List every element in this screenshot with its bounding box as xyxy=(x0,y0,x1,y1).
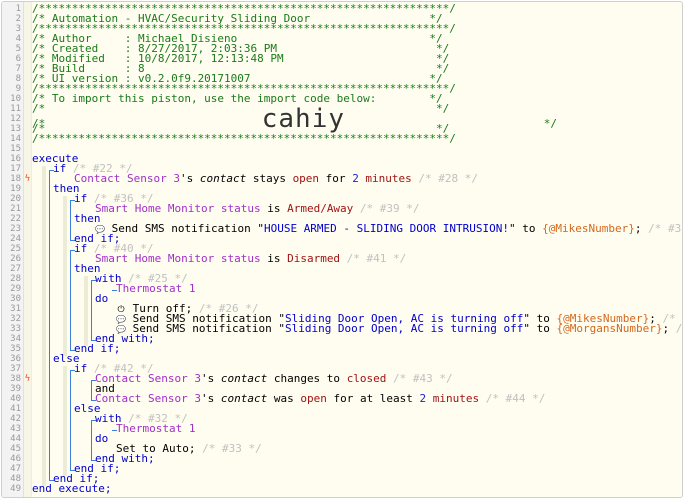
line-number: 21 xyxy=(10,204,21,214)
line-number: 7 xyxy=(15,64,21,74)
line-number: 43 xyxy=(10,424,21,434)
line-number: 33 xyxy=(10,324,21,334)
code-line[interactable]: 21 Smart Home Monitor status is Armed/Awa… xyxy=(2,203,682,214)
line-number: 13 xyxy=(10,124,21,134)
line-number: 19 xyxy=(10,184,21,194)
code-text: Smart Home Monitor status is Disarmed /*… xyxy=(95,253,406,264)
line-number: 2 xyxy=(15,14,21,24)
line-number: 45 xyxy=(10,444,21,454)
code-line[interactable]: 14 /*************************************… xyxy=(2,133,682,144)
line-number: 4 xyxy=(15,34,21,44)
code-line[interactable]: 35 end if; xyxy=(2,343,682,354)
line-number: 18 xyxy=(10,174,21,184)
code-line[interactable]: 44 do xyxy=(2,433,682,444)
piston-code-editor: 1 /**************************************… xyxy=(1,1,683,498)
line-number: 32 xyxy=(10,314,21,324)
line-number: 49 xyxy=(10,484,21,494)
trigger-bolt-icon: ϟ xyxy=(24,374,31,384)
code-line[interactable]: 28 with /* #25 */ xyxy=(2,273,682,284)
code-text: Smart Home Monitor status is Armed/Away … xyxy=(95,203,420,214)
line-number: 34 xyxy=(10,334,21,344)
code-token: end execute; xyxy=(32,482,112,495)
code-text: end if; xyxy=(74,343,120,354)
line-number: 42 xyxy=(10,414,21,424)
code-line[interactable]: 26 Smart Home Monitor status is Disarmed … xyxy=(2,253,682,264)
code-line[interactable]: 49 end execute; xyxy=(2,482,682,495)
line-number: 15 xyxy=(10,144,21,154)
code-text: then xyxy=(74,213,101,224)
line-number: 40 xyxy=(10,394,21,404)
line-number: 38 xyxy=(10,374,21,384)
code-line[interactable]: 42 with /* #32 */ xyxy=(2,413,682,424)
line-number: 9 xyxy=(15,84,21,94)
line-number: 48 xyxy=(10,474,21,484)
line-number: 8 xyxy=(15,74,21,84)
line-number: 22 xyxy=(10,214,21,224)
line-number: 10 xyxy=(10,94,21,104)
code-text: Thermostat 1 xyxy=(116,283,195,294)
line-number: 36 xyxy=(10,354,21,364)
trigger-bolt-icon: ϟ xyxy=(24,174,31,184)
code-text: Contact Sensor 3's contact changes to cl… xyxy=(95,373,453,384)
code-line[interactable]: 47 end if; xyxy=(2,463,682,474)
line-number: 27 xyxy=(10,264,21,274)
line-number: 20 xyxy=(10,194,21,204)
code-text: Thermostat 1 xyxy=(116,423,195,434)
code-line[interactable]: 30 do xyxy=(2,293,682,304)
line-number: 16 xyxy=(10,154,21,164)
line-number: 39 xyxy=(10,384,21,394)
line-number: 14 xyxy=(10,134,21,144)
line-number: 30 xyxy=(10,294,21,304)
line-number: 25 xyxy=(10,244,21,254)
code-line[interactable]: 40 Contact Sensor 3's contact was open fo… xyxy=(2,393,682,404)
code-line[interactable]: 15 xyxy=(2,144,682,154)
code-text: end execute; xyxy=(32,482,112,495)
line-number: 47 xyxy=(10,464,21,474)
line-number: 24 xyxy=(10,234,21,244)
line-number: 23 xyxy=(10,224,21,234)
line-number: 31 xyxy=(10,304,21,314)
code-text: Contact Sensor 3's contact stays open fo… xyxy=(74,173,478,184)
line-number: 46 xyxy=(10,454,21,464)
code-text: do xyxy=(95,293,108,304)
line-number: 3 xyxy=(15,24,21,34)
code-line[interactable]: 18 ϟ Contact Sensor 3's contact stays open… xyxy=(2,173,682,184)
line-number: 1 xyxy=(15,4,21,14)
line-number: 12 xyxy=(10,114,21,124)
line-number: 44 xyxy=(10,434,21,444)
code-text: Contact Sensor 3's contact was open for … xyxy=(95,393,545,404)
line-number: 29 xyxy=(10,284,21,294)
line-number: 28 xyxy=(10,274,21,284)
line-number: 17 xyxy=(10,164,21,174)
line-number: 37 xyxy=(10,364,21,374)
code-text: do xyxy=(95,433,108,444)
line-number: 5 xyxy=(15,44,21,54)
line-number: 6 xyxy=(15,54,21,64)
line-number: 41 xyxy=(10,404,21,414)
line-number: 11 xyxy=(10,104,21,114)
line-number: 35 xyxy=(10,344,21,354)
code-text: /***************************************… xyxy=(32,133,456,144)
line-number: 26 xyxy=(10,254,21,264)
